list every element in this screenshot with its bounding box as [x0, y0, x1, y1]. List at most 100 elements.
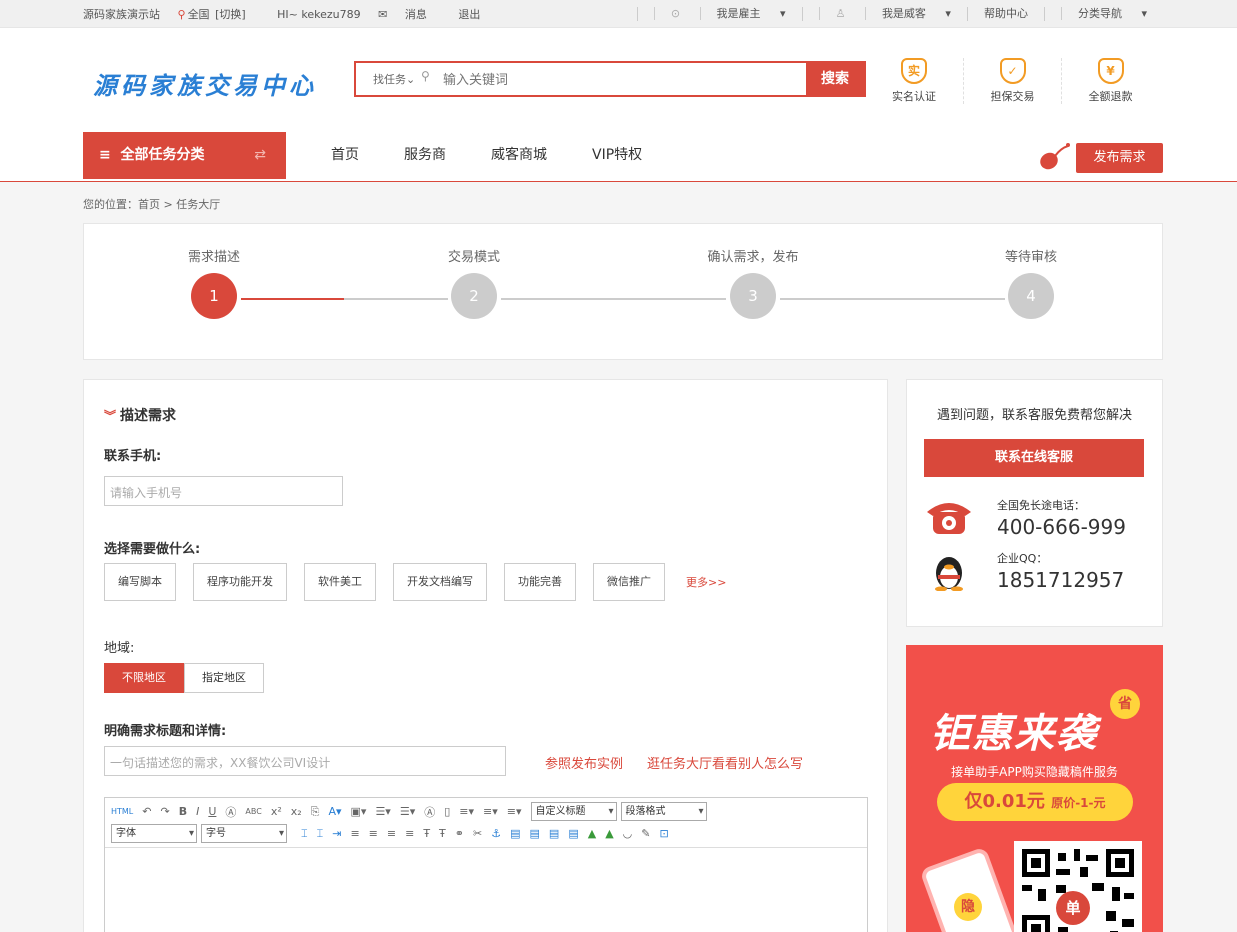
step-circle: 4 — [1008, 273, 1054, 319]
logout-link[interactable]: 退出 — [458, 8, 480, 21]
ordered-list-icon[interactable]: ☰▾ — [375, 805, 390, 818]
more-options-link[interactable]: 更多>> — [686, 574, 726, 590]
step-title: 需求描述 — [187, 250, 240, 265]
help-center-link[interactable]: 帮助中心 — [966, 7, 1044, 21]
clear-format-icon[interactable]: Ⓐ — [424, 804, 435, 820]
multi-image-icon[interactable]: ▲ — [605, 827, 613, 840]
trust-badges: 实 实名认证 ✓ 担保交易 ¥ 全额退款 — [865, 58, 1159, 104]
rich-text-editor[interactable]: HTML ↶ ↷ B I U Ⓐ ABC x² x₂ ⎘ A▾ ▣▾ ☰▾ ☰▾… — [104, 797, 868, 932]
user-icon: ♙ — [818, 7, 862, 20]
nav-vip[interactable]: VIP特权 — [592, 132, 642, 179]
unordered-list-icon[interactable]: ☰▾ — [400, 805, 415, 818]
option-wechat[interactable]: 微信推广 — [593, 563, 665, 601]
row-spacing-bottom-icon[interactable]: ≡▾ — [483, 805, 498, 818]
paste-icon[interactable]: ⎘ — [311, 805, 320, 819]
image-center-icon[interactable]: ▤ — [568, 827, 578, 840]
search-input[interactable] — [441, 63, 806, 95]
messages-link[interactable]: ✉ 消息 — [378, 8, 441, 21]
custom-title-select[interactable]: 自定义标题 — [530, 802, 617, 821]
save-badge: 省 — [1110, 689, 1140, 719]
phone-input[interactable]: 请输入手机号 — [104, 476, 343, 506]
indent-icon[interactable]: ⌶ — [301, 827, 308, 841]
main-nav: ≡ 全部任务分类 ⇄ 首页 服务商 威客商城 VIP特权 发布需求 — [83, 132, 1163, 180]
greeting[interactable]: HI~ kekezu789 — [277, 8, 360, 21]
align-justify-icon[interactable]: ≡ — [405, 827, 414, 840]
image-icon[interactable]: ▲ — [588, 827, 596, 840]
text-direction-rtl-icon[interactable]: Ŧ — [439, 827, 446, 840]
font-family-select[interactable]: 字体 — [111, 824, 197, 843]
border-text-icon[interactable]: Ⓐ — [225, 804, 236, 820]
all-categories-button[interactable]: ≡ 全部任务分类 ⇄ — [83, 132, 286, 179]
step-3: 确认需求，发布 3 — [693, 246, 813, 319]
link-icon[interactable]: ⚭ — [455, 827, 464, 840]
option-art[interactable]: 软件美工 — [304, 563, 376, 601]
subscript-icon[interactable]: x₂ — [291, 805, 302, 818]
real-name-shield-icon: 实 — [901, 58, 927, 84]
phone-label: 联系手机: — [104, 449, 162, 464]
option-dev[interactable]: 程序功能开发 — [193, 563, 287, 601]
hotline-label: 全国免长途电话： — [997, 499, 1085, 512]
document-icon[interactable]: ▯ — [444, 805, 450, 818]
promo-subtitle: 接单助手APP购买隐藏稿件服务 — [951, 765, 1118, 779]
region-unlimited[interactable]: 不限地区 — [104, 663, 184, 693]
html-icon[interactable]: HTML — [111, 807, 133, 816]
paragraph-format-select[interactable]: 段落格式 — [620, 802, 707, 821]
employer-menu[interactable]: ⊙ 我是雇主 ▾ — [636, 7, 802, 21]
align-center-icon[interactable]: ≡ — [369, 827, 378, 840]
redo-icon[interactable]: ↷ — [160, 805, 169, 818]
font-size-select[interactable]: 字号 — [201, 824, 287, 843]
task-hall-link[interactable]: 逛任务大厅看看别人怎么写 — [647, 753, 803, 772]
option-docs[interactable]: 开发文档编写 — [393, 563, 487, 601]
price-text: 仅0.01元 — [964, 791, 1045, 812]
category-nav-menu[interactable]: 分类导航 ▾ — [1043, 7, 1163, 21]
search-replace-icon[interactable]: ⊡ — [659, 827, 668, 840]
region-selector[interactable]: ⚲ 全国 [切换] — [178, 8, 260, 21]
superscript-icon[interactable]: x² — [271, 805, 282, 818]
nav-providers[interactable]: 服务商 — [404, 132, 446, 179]
site-logo[interactable]: 源码家族交易中心 — [93, 66, 317, 101]
step-title: 确认需求，发布 — [707, 250, 799, 265]
qq-number: 1851712957 — [997, 568, 1125, 592]
nav-mall[interactable]: 威客商城 — [491, 132, 547, 179]
unlink-icon[interactable]: ✂ — [473, 827, 482, 840]
line-height-icon[interactable]: ≡▾ — [507, 805, 522, 818]
row-spacing-top-icon[interactable]: ≡▾ — [459, 805, 474, 818]
title-input[interactable]: 一句话描述您的需求，XX餐饮公司VI设计 — [104, 746, 506, 776]
highlight-icon[interactable]: ▣▾ — [351, 805, 367, 818]
publish-request-button[interactable]: 发布需求 — [1076, 143, 1163, 173]
region-specified[interactable]: 指定地区 — [184, 663, 264, 693]
scrawl-icon[interactable]: ✎ — [641, 827, 650, 840]
option-script[interactable]: 编写脚本 — [104, 563, 176, 601]
region-label: 地域: — [104, 641, 135, 656]
search-button[interactable]: 搜索 — [806, 63, 864, 95]
italic-icon[interactable]: I — [196, 805, 199, 818]
title-label: 明确需求标题和详情: — [104, 724, 227, 739]
emoticon-icon[interactable]: ◡ — [623, 827, 633, 840]
switch-region-link[interactable]: [切换] — [215, 8, 246, 21]
image-left-icon[interactable]: ▤ — [510, 827, 520, 840]
align-left-icon[interactable]: ≡ — [350, 827, 359, 840]
anchor-icon[interactable]: ⚓ — [491, 827, 501, 840]
font-color-icon[interactable]: A▾ — [328, 805, 341, 818]
nav-home[interactable]: 首页 — [331, 132, 359, 179]
strikethrough-icon[interactable]: ABC — [245, 807, 261, 816]
image-right-icon[interactable]: ▤ — [549, 827, 559, 840]
image-none-icon[interactable]: ▤ — [530, 827, 540, 840]
outdent-icon[interactable]: ⌶ — [317, 827, 324, 841]
bold-icon[interactable]: B — [179, 805, 187, 818]
online-service-button[interactable]: 联系在线客服 — [924, 439, 1144, 477]
badge-label: 实名认证 — [892, 90, 936, 103]
undo-icon[interactable]: ↶ — [142, 805, 151, 818]
site-name[interactable]: 源码家族演示站 — [83, 8, 160, 21]
worker-menu[interactable]: ♙ 我是威客 ▾ — [801, 7, 967, 21]
underline-icon[interactable]: U — [208, 805, 216, 818]
breadcrumb: 您的位置：首页 > 任务大厅 — [83, 198, 221, 211]
indent-list-icon[interactable]: ⇥ — [332, 827, 341, 840]
region-label: 全国 — [187, 8, 210, 21]
option-improve[interactable]: 功能完善 — [504, 563, 576, 601]
align-right-icon[interactable]: ≡ — [387, 827, 396, 840]
promo-banner[interactable]: 钜惠来袭 省 接单助手APP购买隐藏稿件服务 仅0.01元 原价-1-元 隐 单 — [906, 645, 1163, 932]
search-scope-select[interactable]: 找任务⌄ — [356, 63, 421, 95]
example-link[interactable]: 参照发布实例 — [545, 753, 623, 772]
text-direction-ltr-icon[interactable]: Ŧ — [423, 827, 430, 840]
